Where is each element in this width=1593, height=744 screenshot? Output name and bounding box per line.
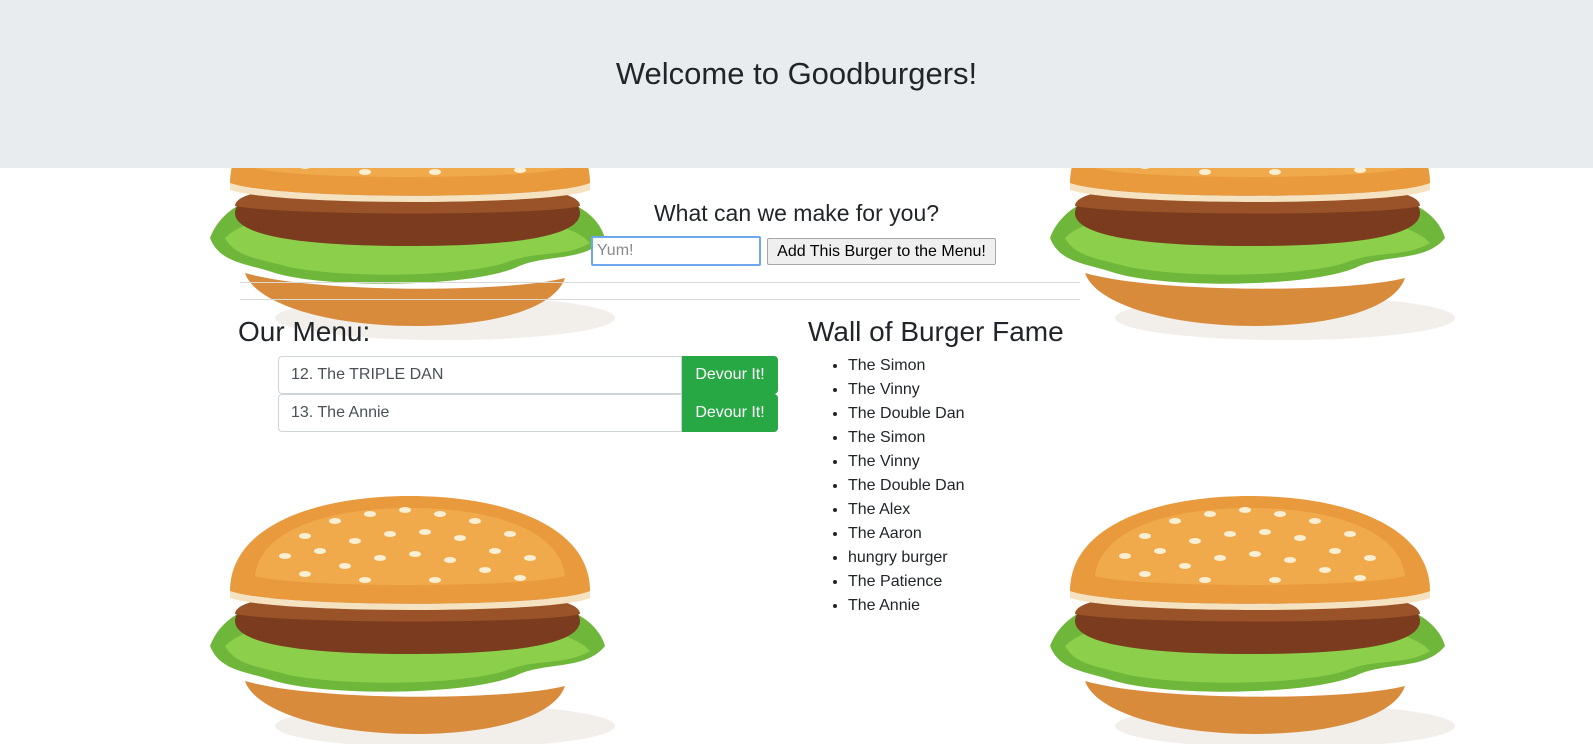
burger-image-bottom-right bbox=[1005, 496, 1465, 744]
page-title: Welcome to Goodburgers! bbox=[615, 56, 978, 91]
fame-list-item: hungry burger bbox=[848, 546, 965, 570]
fame-list: The Simon The Vinny The Double Dan The S… bbox=[808, 354, 965, 618]
devour-button[interactable]: Devour It! bbox=[682, 356, 778, 394]
divider bbox=[240, 299, 1080, 300]
divider bbox=[240, 282, 1080, 283]
fame-list-item: The Patience bbox=[848, 570, 965, 594]
fame-list-item: The Double Dan bbox=[848, 402, 965, 426]
devour-button[interactable]: Devour It! bbox=[682, 394, 778, 432]
add-burger-button[interactable]: Add This Burger to the Menu! bbox=[767, 238, 996, 265]
fame-title: Wall of Burger Fame bbox=[808, 316, 1064, 347]
burger-image-top-left bbox=[165, 168, 625, 348]
burger-name-input[interactable] bbox=[591, 236, 761, 266]
menu-item: 13. The Annie Devour It! bbox=[278, 394, 778, 432]
burger-background-area: What can we make for you? Add This Burge… bbox=[0, 168, 1593, 744]
fame-list-item: The Aaron bbox=[848, 522, 965, 546]
menu-title: Our Menu: bbox=[238, 316, 371, 347]
menu-item-name: 12. The TRIPLE DAN bbox=[278, 356, 682, 394]
fame-list-item: The Double Dan bbox=[848, 474, 965, 498]
fame-list-item: The Vinny bbox=[848, 378, 965, 402]
menu-item: 12. The TRIPLE DAN Devour It! bbox=[278, 356, 778, 394]
jumbotron-header: Welcome to Goodburgers! bbox=[0, 0, 1593, 168]
burger-image-bottom-left bbox=[165, 496, 625, 744]
fame-list-item: The Vinny bbox=[848, 450, 965, 474]
fame-list-item: The Simon bbox=[848, 354, 965, 378]
fame-list-item: The Annie bbox=[848, 594, 965, 618]
fame-list-item: The Simon bbox=[848, 426, 965, 450]
menu-item-name: 13. The Annie bbox=[278, 394, 682, 432]
form-title: What can we make for you? bbox=[653, 200, 940, 226]
burger-image-top-right bbox=[1005, 168, 1465, 348]
fame-list-item: The Alex bbox=[848, 498, 965, 522]
